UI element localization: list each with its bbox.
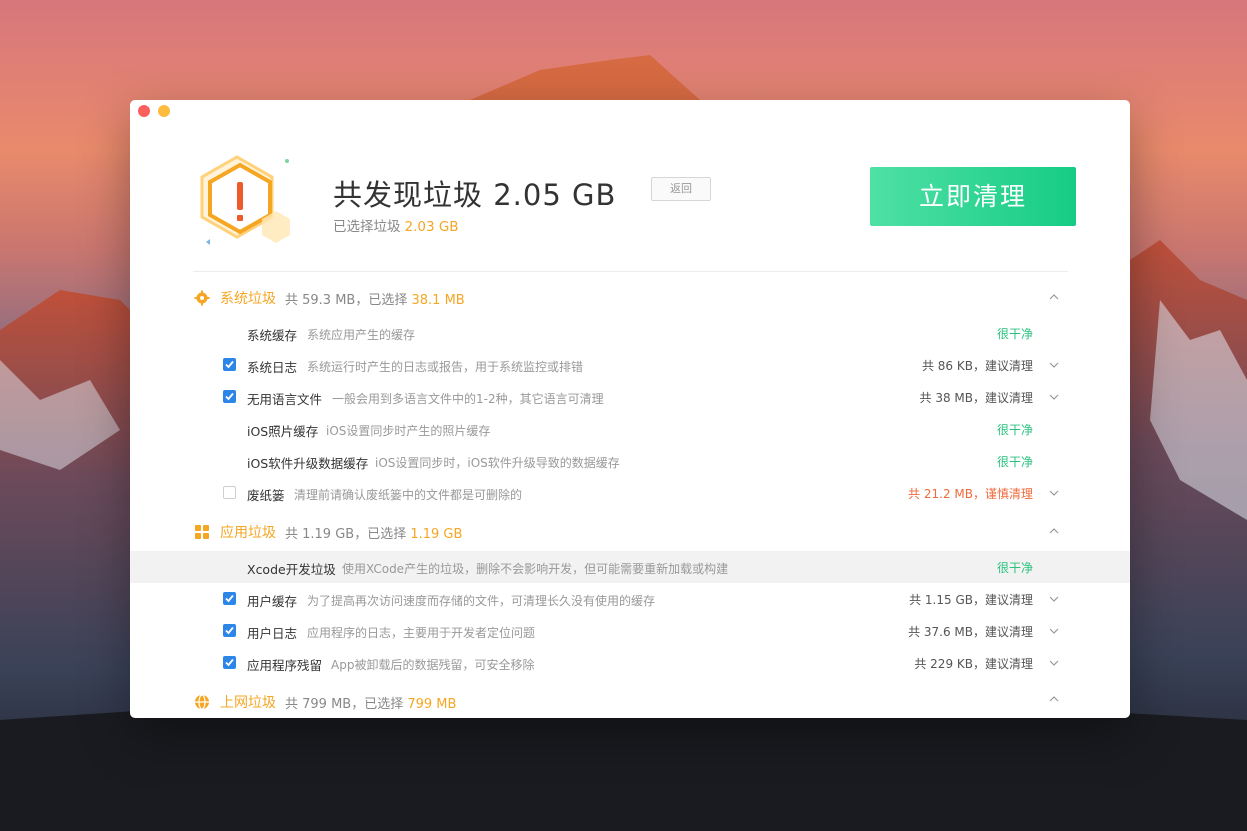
selected-summary: 已选择垃圾 2.03 GB [333,215,459,235]
item-name: iOS软件升级数据缓存 [247,456,369,471]
section-header-web[interactable]: 上网垃圾 共 799 MB，已选择 799 MB [130,688,1130,716]
list-item[interactable]: 系统缓存 系统应用产生的缓存 很干净 [130,317,1130,349]
section-total: 共 799 MB，已选择 [285,697,404,712]
grid-apps-icon [195,525,209,539]
item-desc: 使用XCode产生的垃圾，删除不会影响开发，但可能需要重新加载或构建 [342,562,729,576]
item-advice: 谨慎清理 [984,487,1033,501]
item-status: 很干净 [996,327,1033,341]
item-status: 共 38 MB，建议清理 [919,391,1034,405]
item-name: Xcode开发垃圾 [247,562,336,577]
list-item[interactable]: 无用语言文件 一般会用到多语言文件中的1-2种，其它语言可清理 共 38 MB，… [130,381,1130,413]
section-info: 共 1.19 GB，已选择 1.19 GB [285,523,462,542]
chevron-up-icon[interactable] [1049,694,1059,704]
chevron-down-icon[interactable] [1049,626,1059,636]
item-status: 共 1.15 GB，建议清理 [909,593,1033,607]
item-status: 共 86 KB，建议清理 [921,359,1033,373]
window-minimize-button[interactable] [158,105,170,117]
item-name: iOS照片缓存 [247,424,319,439]
item-size: 共 21.2 MB， [908,487,985,501]
item-status: 共 229 KB，建议清理 [914,657,1033,671]
item-desc: 清理前请确认废纸篓中的文件都是可删除的 [294,488,523,502]
item-name: 系统日志 [247,360,298,375]
warning-hexagon-icon [200,155,290,245]
chevron-down-icon[interactable] [1049,360,1059,370]
section-info: 共 799 MB，已选择 799 MB [285,693,456,712]
item-desc: App被卸载后的数据残留，可安全移除 [331,658,535,672]
list-item[interactable]: 废纸篓 清理前请确认废纸篓中的文件都是可删除的 共 21.2 MB，谨慎清理 [130,477,1130,509]
chevron-up-icon[interactable] [1049,292,1059,302]
back-button[interactable]: 返回 [651,177,711,201]
item-desc: 为了提高再次访问速度而存储的文件，可清理长久没有使用的缓存 [307,594,656,608]
item-status: 共 21.2 MB，谨慎清理 [908,485,1033,502]
item-desc: iOS设置同步时，iOS软件升级导致的数据缓存 [375,456,620,470]
section-title: 上网垃圾 [220,695,276,711]
section-title: 应用垃圾 [220,525,276,541]
item-checkbox[interactable] [223,358,236,371]
gear-icon [194,290,210,306]
item-desc: iOS设置同步时产生的照片缓存 [326,424,491,438]
item-checkbox[interactable] [223,624,236,637]
app-window: 共发现垃圾 2.05 GB 已选择垃圾 2.03 GB 返回 立即清理 系统垃圾 … [130,100,1130,718]
section-selected: 1.19 GB [410,527,463,542]
item-status: 很干净 [996,561,1033,575]
chevron-down-icon[interactable] [1049,488,1059,498]
window-close-button[interactable] [138,105,150,117]
item-desc: 一般会用到多语言文件中的1-2种，其它语言可清理 [332,392,604,406]
chevron-up-icon[interactable] [1049,526,1059,536]
globe-icon [195,694,209,710]
item-name: 废纸篓 [247,488,285,503]
item-desc: 应用程序的日志，主要用于开发者定位问题 [307,626,536,640]
section-total: 共 59.3 MB，已选择 [285,293,408,308]
section-total: 共 1.19 GB，已选择 [285,527,407,542]
item-name: 应用程序残留 [247,658,323,673]
section-header-apps[interactable]: 应用垃圾 共 1.19 GB，已选择 1.19 GB [130,518,1130,546]
chevron-down-icon[interactable] [1049,658,1059,668]
list-item[interactable]: 用户缓存 为了提高再次访问速度而存储的文件，可清理长久没有使用的缓存 共 1.1… [130,583,1130,615]
item-status: 很干净 [996,423,1033,437]
section-selected: 799 MB [407,697,457,712]
item-name: 系统缓存 [247,328,298,343]
item-status: 共 37.6 MB，建议清理 [908,625,1033,639]
header-divider [193,271,1068,272]
item-name: 无用语言文件 [247,392,323,407]
selected-label: 已选择垃圾 [333,219,401,235]
clean-now-button[interactable]: 立即清理 [870,167,1076,226]
list-item[interactable]: iOS软件升级数据缓存 iOS设置同步时，iOS软件升级导致的数据缓存 很干净 [130,445,1130,477]
list-item[interactable]: 用户日志 应用程序的日志，主要用于开发者定位问题 共 37.6 MB，建议清理 [130,615,1130,647]
page-title: 共发现垃圾 2.05 GB [333,178,617,212]
selected-amount: 2.03 GB [404,219,459,235]
item-checkbox[interactable] [223,390,236,403]
item-status: 很干净 [996,455,1033,469]
list-item[interactable]: 应用程序残留 App被卸载后的数据残留，可安全移除 共 229 KB，建议清理 [130,647,1130,679]
item-name: 用户缓存 [247,594,298,609]
item-name: 用户日志 [247,626,298,641]
section-info: 共 59.3 MB，已选择 38.1 MB [285,289,465,308]
chevron-down-icon[interactable] [1049,392,1059,402]
section-header-system[interactable]: 系统垃圾 共 59.3 MB，已选择 38.1 MB [130,284,1130,312]
list-item[interactable]: iOS照片缓存 iOS设置同步时产生的照片缓存 很干净 [130,413,1130,445]
section-title: 系统垃圾 [220,291,276,307]
item-checkbox[interactable] [223,486,236,499]
chevron-down-icon[interactable] [1049,594,1059,604]
section-selected: 38.1 MB [411,293,465,308]
list-item[interactable]: Xcode开发垃圾 使用XCode产生的垃圾，删除不会影响开发，但可能需要重新加… [130,551,1130,583]
item-desc: 系统应用产生的缓存 [307,328,416,342]
item-desc: 系统运行时产生的日志或报告，用于系统监控或排错 [307,360,584,374]
item-checkbox[interactable] [223,592,236,605]
list-item[interactable]: 系统日志 系统运行时产生的日志或报告，用于系统监控或排错 共 86 KB，建议清… [130,349,1130,381]
item-checkbox[interactable] [223,656,236,669]
